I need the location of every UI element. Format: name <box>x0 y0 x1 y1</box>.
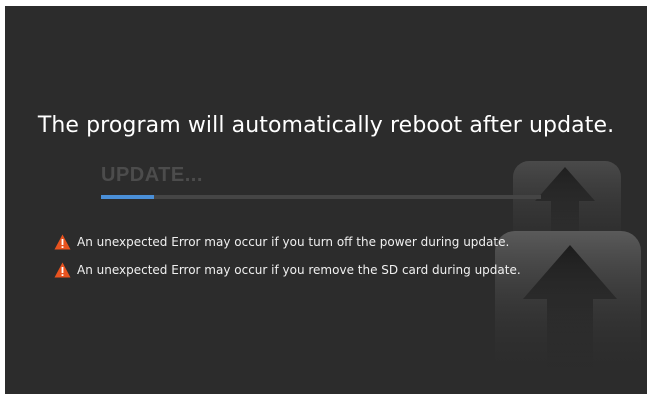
warning-text: An unexpected Error may occur if you rem… <box>77 263 521 277</box>
update-screen: The program will automatically reboot af… <box>5 6 647 394</box>
warning-icon <box>54 234 71 250</box>
warning-power-off: An unexpected Error may occur if you tur… <box>54 234 509 250</box>
warning-sd-card: An unexpected Error may occur if you rem… <box>54 262 521 278</box>
update-status-label: UPDATE... <box>101 164 203 186</box>
upload-arrow-icon <box>495 231 641 377</box>
warning-icon <box>54 262 71 278</box>
reboot-message: The program will automatically reboot af… <box>37 113 615 138</box>
update-progress-fill <box>101 195 154 199</box>
warning-text: An unexpected Error may occur if you tur… <box>77 235 510 249</box>
update-progress-bar <box>101 195 541 199</box>
